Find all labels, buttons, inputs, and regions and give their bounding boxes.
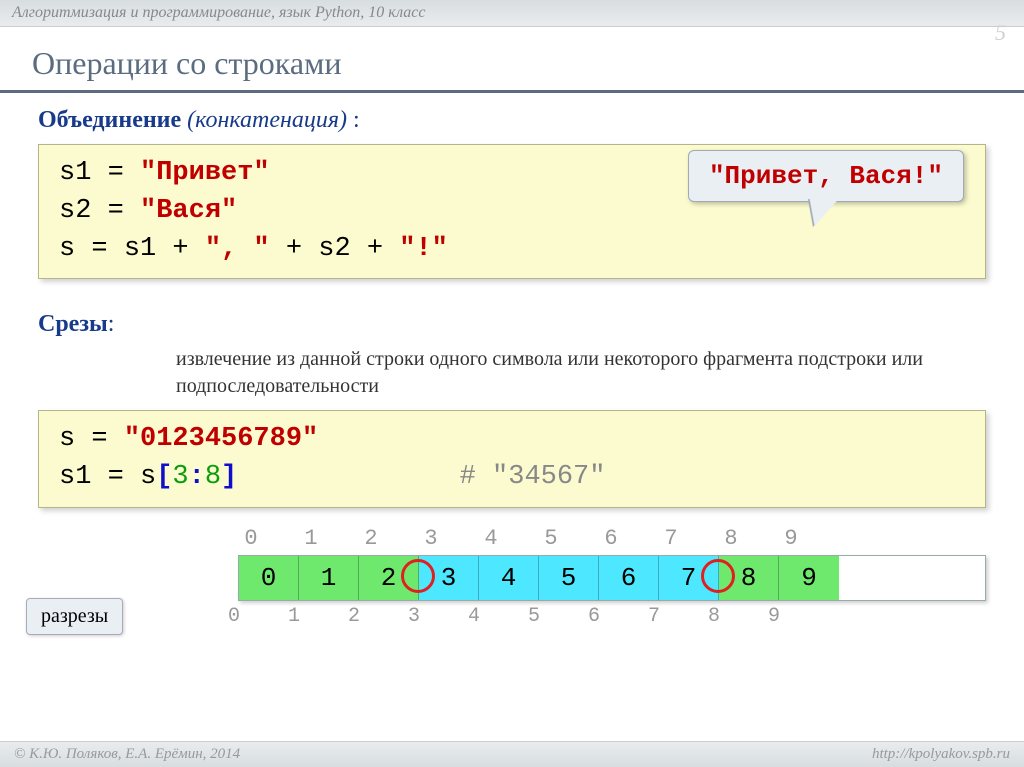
boundary-cell: 1 bbox=[264, 605, 324, 628]
boundary-cell: 3 bbox=[384, 605, 444, 628]
boundary-cell: 7 bbox=[624, 605, 684, 628]
strip-cell: 5 bbox=[539, 556, 599, 600]
page-title: Операции со строками bbox=[0, 39, 1024, 93]
code-line: s = s1 + ", " + s2 + "!" bbox=[59, 231, 965, 269]
heading-bold: Объединение bbox=[38, 107, 181, 133]
code-line: s = "0123456789" bbox=[59, 421, 965, 459]
index-cell: 9 bbox=[762, 526, 822, 551]
boundary-cell: 6 bbox=[564, 605, 624, 628]
breadcrumb-text: Алгоритмизация и программирование, язык … bbox=[12, 4, 425, 21]
page-number: 5 bbox=[995, 20, 1006, 46]
index-cell: 0 bbox=[222, 526, 282, 551]
heading-italic: (конкатенация) bbox=[187, 107, 347, 133]
boundary-cell: 0 bbox=[204, 605, 264, 628]
header-breadcrumb: Алгоритмизация и программирование, язык … bbox=[0, 0, 1024, 27]
strip-cell: 8 bbox=[719, 556, 779, 600]
strip-cell: 6 bbox=[599, 556, 659, 600]
code-box-slice: s = "0123456789" s1 = s[3:8] # "34567" bbox=[38, 410, 986, 508]
index-cell: 7 bbox=[642, 526, 702, 551]
index-cell: 1 bbox=[282, 526, 342, 551]
index-cell: 4 bbox=[462, 526, 522, 551]
boundary-row: 0123456789 bbox=[204, 605, 986, 628]
section2-heading: Срезы: bbox=[38, 311, 114, 338]
index-cell: 2 bbox=[342, 526, 402, 551]
strip-cell: 7 bbox=[659, 556, 719, 600]
index-cell: 6 bbox=[582, 526, 642, 551]
code-line: s1 = s[3:8] # "34567" bbox=[59, 459, 965, 497]
index-cell: 8 bbox=[702, 526, 762, 551]
footer-left: © К.Ю. Поляков, Е.А. Ерёмин, 2014 bbox=[14, 746, 240, 763]
strip-cell: 1 bbox=[299, 556, 359, 600]
boundary-cell: 9 bbox=[744, 605, 804, 628]
strip-cell: 2 bbox=[359, 556, 419, 600]
boundary-cell: 5 bbox=[504, 605, 564, 628]
footer: © К.Ю. Поляков, Е.А. Ерёмин, 2014 http:/… bbox=[0, 741, 1024, 767]
strip-cell: 0 bbox=[239, 556, 299, 600]
boundary-cell: 8 bbox=[684, 605, 744, 628]
cuts-label: разрезы bbox=[26, 598, 123, 635]
boundary-cell: 4 bbox=[444, 605, 504, 628]
strip-cell: 3 bbox=[419, 556, 479, 600]
strip-cell: 9 bbox=[779, 556, 839, 600]
slices-label: Срезы bbox=[38, 311, 108, 337]
callout-text: "Привет, Вася!" bbox=[709, 161, 943, 191]
boundary-cell: 2 bbox=[324, 605, 384, 628]
footer-right: http://kpolyakov.spb.ru bbox=[872, 746, 1010, 763]
strip-cell: 4 bbox=[479, 556, 539, 600]
slices-description: извлечение из данной строки одного симво… bbox=[176, 346, 986, 400]
section1-heading: Объединение (конкатенация) : bbox=[38, 107, 986, 134]
index-cell: 3 bbox=[402, 526, 462, 551]
result-callout: "Привет, Вася!" bbox=[688, 150, 964, 202]
index-row-top: 0123456789 bbox=[222, 526, 986, 551]
index-cell: 5 bbox=[522, 526, 582, 551]
string-strip: 0123456789 bbox=[238, 555, 986, 601]
code-comment: # "34567" bbox=[460, 462, 606, 492]
heading-colon: : bbox=[347, 107, 360, 133]
